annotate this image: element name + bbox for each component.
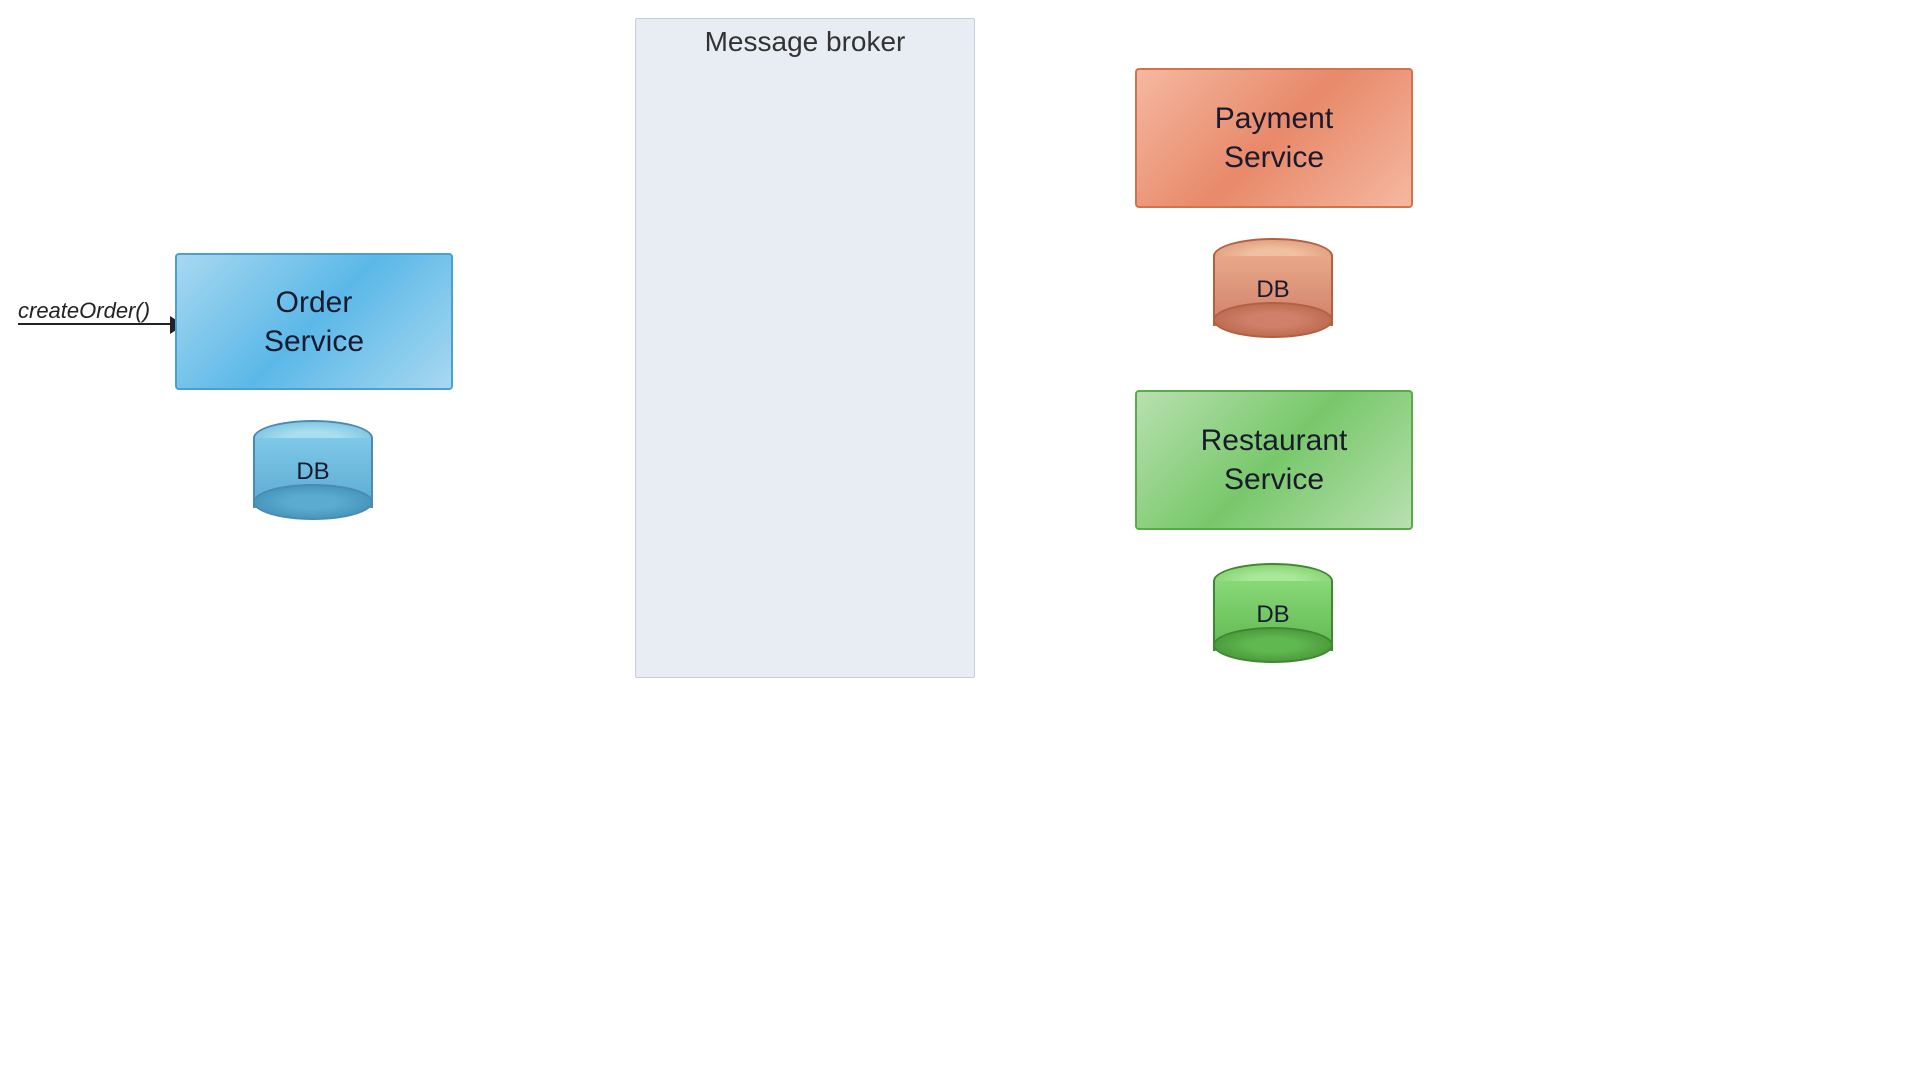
message-broker-label: Message broker — [635, 26, 975, 58]
payment-db-label: DB — [1213, 276, 1333, 304]
order-service-label: OrderService — [264, 283, 364, 361]
create-order-label: createOrder() — [18, 298, 150, 324]
payment-db: DB — [1213, 238, 1333, 338]
order-db-bottom — [253, 484, 373, 520]
order-db: DB — [253, 420, 373, 520]
payment-service-label: PaymentService — [1215, 99, 1333, 177]
payment-service-box: PaymentService — [1135, 68, 1413, 208]
restaurant-service-label: RestaurantService — [1201, 421, 1348, 499]
restaurant-service-box: RestaurantService — [1135, 390, 1413, 530]
arrow-line — [18, 323, 178, 325]
restaurant-db-label: DB — [1213, 601, 1333, 629]
restaurant-db: DB — [1213, 563, 1333, 663]
restaurant-db-bottom — [1213, 627, 1333, 663]
diagram-canvas: createOrder() OrderService DB Message br… — [0, 0, 1920, 1080]
message-broker-container — [635, 18, 975, 678]
order-db-label: DB — [253, 458, 373, 486]
payment-db-bottom — [1213, 302, 1333, 338]
order-service-box: OrderService — [175, 253, 453, 390]
